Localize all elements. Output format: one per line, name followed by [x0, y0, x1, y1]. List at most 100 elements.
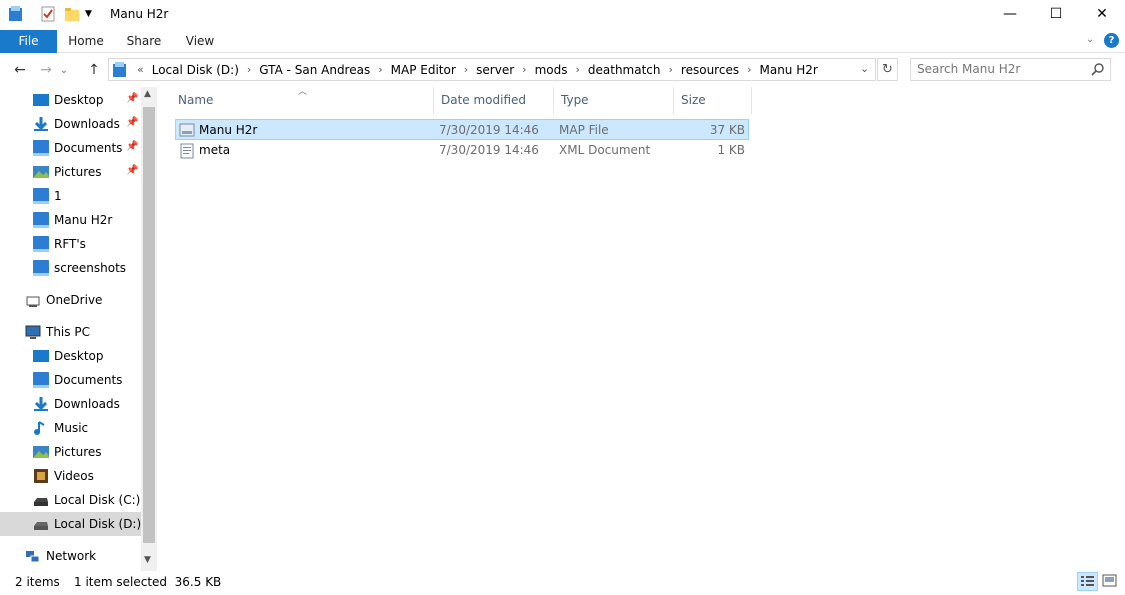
- sidebar-item-label: Documents: [54, 373, 123, 387]
- crumb-separator[interactable]: ›: [242, 63, 256, 76]
- close-button[interactable]: ✕: [1079, 0, 1125, 28]
- sidebar-item-label: Desktop: [54, 93, 104, 107]
- documents-icon: [33, 372, 49, 388]
- scrollbar-thumb[interactable]: [143, 107, 155, 543]
- sidebar-item-screenshots[interactable]: screenshots: [33, 256, 141, 280]
- drive-icon: [33, 516, 49, 532]
- file-list: ︿ Name Date modified Type Size Manu H2r …: [158, 87, 1125, 571]
- file-date: 7/30/2019 14:46: [439, 123, 539, 137]
- search-icon[interactable]: [1091, 62, 1105, 79]
- search-box[interactable]: [910, 58, 1111, 81]
- sidebar-item-pc-downloads[interactable]: Downloads: [33, 392, 141, 416]
- file-size: 1 KB: [717, 143, 745, 157]
- sidebar-item-local-disk-c[interactable]: Local Disk (C:): [33, 488, 141, 512]
- crumb-manu-h2r[interactable]: Manu H2r: [756, 63, 820, 77]
- crumb-separator[interactable]: ›: [664, 63, 678, 76]
- sidebar-item-rfts[interactable]: RFT's: [33, 232, 141, 256]
- pin-icon[interactable]: 📌: [126, 117, 138, 128]
- folder-icon: [33, 188, 49, 204]
- music-icon: [33, 420, 49, 436]
- xml-file-icon: [179, 143, 195, 162]
- crumb-mods[interactable]: mods: [532, 63, 571, 77]
- explorer-app-icon[interactable]: [8, 6, 24, 22]
- up-button[interactable]: ↑: [84, 60, 104, 80]
- crumb-separator[interactable]: ›: [742, 63, 756, 76]
- back-button[interactable]: ←: [10, 60, 30, 80]
- details-view-icon: [1081, 576, 1094, 586]
- large-icons-view-button[interactable]: [1100, 572, 1121, 591]
- details-view-button[interactable]: [1077, 572, 1098, 591]
- minimize-button[interactable]: —: [987, 0, 1033, 28]
- column-header-size[interactable]: Size: [674, 87, 752, 114]
- item-count: 2 items: [15, 575, 60, 589]
- sidebar-item-desktop[interactable]: Desktop: [33, 88, 141, 112]
- crumb-server[interactable]: server: [473, 63, 517, 77]
- pin-icon[interactable]: 📌: [126, 165, 138, 176]
- scroll-up-icon[interactable]: ▲: [144, 89, 151, 99]
- new-folder-icon[interactable]: [64, 6, 80, 22]
- maximize-button[interactable]: ☐: [1033, 0, 1079, 28]
- breadcrumb-overflow[interactable]: «: [132, 63, 149, 76]
- properties-icon[interactable]: [40, 6, 56, 22]
- crumb-separator[interactable]: ›: [459, 63, 473, 76]
- column-header-name[interactable]: Name: [171, 87, 434, 114]
- scroll-down-icon[interactable]: ▼: [144, 555, 151, 565]
- tab-view[interactable]: View: [176, 30, 224, 53]
- crumb-local-disk-d[interactable]: Local Disk (D:): [149, 63, 242, 77]
- address-dropdown-icon[interactable]: ⌄: [860, 62, 869, 75]
- sidebar-item-label: Local Disk (C:): [54, 493, 141, 507]
- sidebar-item-pc-music[interactable]: Music: [33, 416, 141, 440]
- pin-icon[interactable]: 📌: [126, 93, 138, 104]
- sidebar-item-manu-h2r[interactable]: Manu H2r: [33, 208, 141, 232]
- crumb-map-editor[interactable]: MAP Editor: [388, 63, 459, 77]
- pin-icon[interactable]: 📌: [126, 141, 138, 152]
- window-title: Manu H2r: [110, 7, 169, 21]
- ribbon-tabs: File Home Share View ⌄ ?: [0, 30, 1125, 53]
- file-row[interactable]: Manu H2r 7/30/2019 14:46 MAP File 37 KB: [175, 119, 749, 140]
- crumb-separator[interactable]: ›: [517, 63, 531, 76]
- sidebar-item-pictures[interactable]: Pictures: [33, 160, 141, 184]
- sidebar-item-label: RFT's: [54, 237, 86, 251]
- sidebar-item-downloads[interactable]: Downloads: [33, 112, 141, 136]
- large-icons-view-icon: [1102, 574, 1117, 587]
- column-header-type[interactable]: Type: [554, 87, 674, 114]
- tab-file[interactable]: File: [0, 30, 57, 53]
- sidebar-item-local-disk-d[interactable]: Local Disk (D:): [0, 512, 141, 536]
- sidebar-item-label: Desktop: [54, 349, 104, 363]
- tab-home[interactable]: Home: [62, 30, 110, 53]
- expand-ribbon-icon[interactable]: ⌄: [1086, 34, 1094, 45]
- crumb-deathmatch[interactable]: deathmatch: [585, 63, 664, 77]
- crumb-resources[interactable]: resources: [678, 63, 742, 77]
- sidebar-item-pc-desktop[interactable]: Desktop: [33, 344, 141, 368]
- sidebar-item-pc-documents[interactable]: Documents: [33, 368, 141, 392]
- sidebar-item-pc-pictures[interactable]: Pictures: [33, 440, 141, 464]
- crumb-separator[interactable]: ›: [570, 63, 584, 76]
- status-bar: 2 items 1 item selected 36.5 KB: [0, 571, 1125, 595]
- column-header-date[interactable]: Date modified: [434, 87, 554, 114]
- crumb-separator[interactable]: ›: [373, 63, 387, 76]
- help-icon[interactable]: ?: [1104, 33, 1119, 48]
- search-input[interactable]: [917, 62, 1087, 76]
- folder-icon: [33, 260, 49, 276]
- refresh-button[interactable]: ↻: [877, 58, 898, 81]
- file-row[interactable]: meta 7/30/2019 14:46 XML Document 1 KB: [175, 140, 749, 161]
- title-bar: ▼ Manu H2r — ☐ ✕: [0, 0, 1125, 30]
- desktop-icon: [33, 92, 49, 108]
- sidebar-item-label: 1: [54, 189, 62, 203]
- recent-locations-button[interactable]: ⌄: [58, 60, 70, 80]
- sidebar-item-network[interactable]: Network: [25, 544, 141, 568]
- sidebar-item-1[interactable]: 1: [33, 184, 141, 208]
- forward-button[interactable]: →: [36, 60, 56, 80]
- file-name: meta: [199, 143, 231, 157]
- sidebar-item-documents[interactable]: Documents: [33, 136, 141, 160]
- crumb-gta-san-andreas[interactable]: GTA - San Andreas: [256, 63, 373, 77]
- sidebar-item-onedrive[interactable]: OneDrive: [25, 288, 141, 312]
- tab-share[interactable]: Share: [120, 30, 168, 53]
- sidebar-item-pc-videos[interactable]: Videos: [33, 464, 141, 488]
- customize-qat-icon[interactable]: ▼: [85, 9, 92, 19]
- navigation-scrollbar[interactable]: ▲ ▼: [141, 87, 157, 571]
- sidebar-item-label: Network: [46, 549, 97, 563]
- sidebar-item-this-pc[interactable]: This PC: [25, 320, 141, 344]
- sidebar-item-label: Pictures: [54, 445, 102, 459]
- address-bar[interactable]: « Local Disk (D:) › GTA - San Andreas › …: [108, 58, 876, 81]
